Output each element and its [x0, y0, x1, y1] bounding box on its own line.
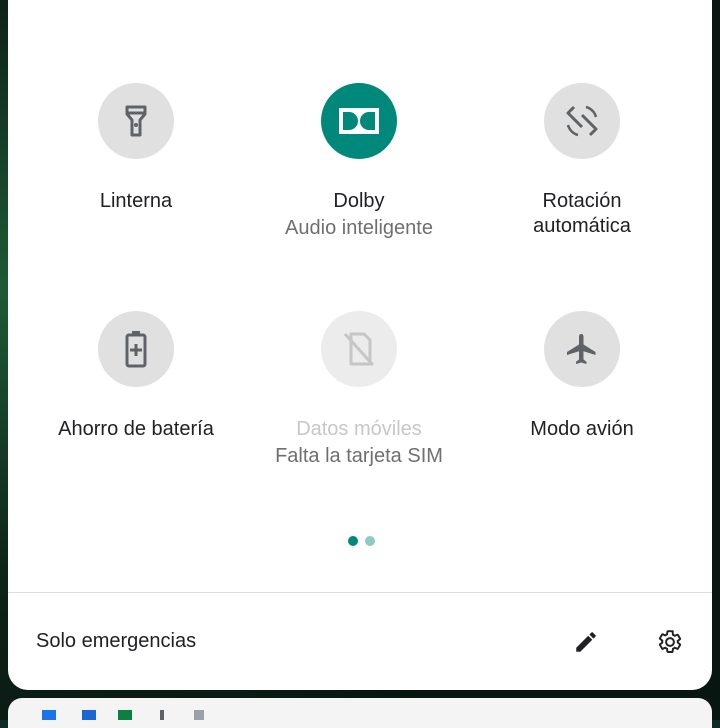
tile-mobile-data[interactable]: Datos móviles Falta la tarjeta SIM [249, 311, 469, 471]
tile-mobile-data-label: Datos móviles [296, 418, 422, 440]
tile-airplane-mode-label: Modo avión [530, 418, 634, 440]
notification-app-icon [42, 710, 56, 720]
tile-airplane-mode[interactable]: Modo avión [472, 311, 692, 442]
tiles-grid: Linterna Dolby Audio inteligente Rotació… [8, 0, 712, 520]
tile-flashlight[interactable]: Linterna [26, 83, 246, 214]
gear-icon [658, 630, 682, 653]
tile-airplane-mode-button[interactable] [544, 311, 620, 387]
footer-divider [8, 592, 712, 593]
tile-battery-saver-label: Ahorro de batería [58, 418, 214, 440]
tile-auto-rotate-label: Rotación automática [533, 190, 631, 237]
tile-battery-saver[interactable]: Ahorro de batería [26, 311, 246, 442]
notification-shield-icon [118, 710, 132, 720]
tile-auto-rotate[interactable]: Rotación automática [472, 83, 692, 239]
tile-auto-rotate-button[interactable] [544, 83, 620, 159]
settings-button[interactable] [650, 622, 690, 662]
tile-dolby-sublabel: Audio inteligente [285, 217, 433, 239]
notification-play-icon [194, 710, 204, 720]
quick-settings-panel: Linterna Dolby Audio inteligente Rotació… [8, 0, 712, 690]
airplane-icon [567, 334, 596, 364]
edit-button[interactable] [566, 622, 606, 662]
tile-flashlight-label: Linterna [99, 190, 173, 212]
dolby-icon [339, 108, 379, 134]
page-indicator [348, 536, 375, 546]
flashlight-icon [125, 105, 147, 137]
notification-shelf-peek [8, 698, 712, 728]
no-sim-icon [343, 332, 375, 367]
page-indicator-dot [365, 536, 375, 546]
tile-dolby[interactable]: Dolby Audio inteligente [249, 83, 469, 243]
tile-mobile-data-sublabel: Falta la tarjeta SIM [275, 445, 443, 467]
pencil-icon [576, 632, 596, 652]
tile-mobile-data-button[interactable] [321, 311, 397, 387]
carrier-status-text: Solo emergencias [36, 630, 197, 652]
page-indicator-dot-active [348, 536, 358, 546]
tile-dolby-label: Dolby [333, 190, 385, 212]
auto-rotate-icon [566, 105, 598, 137]
tile-dolby-button[interactable] [321, 83, 397, 159]
tile-battery-saver-button[interactable] [98, 311, 174, 387]
battery-saver-icon [125, 331, 147, 368]
notification-download-icon [160, 710, 164, 720]
tile-flashlight-button[interactable] [98, 83, 174, 159]
notification-file-icon [82, 710, 96, 720]
